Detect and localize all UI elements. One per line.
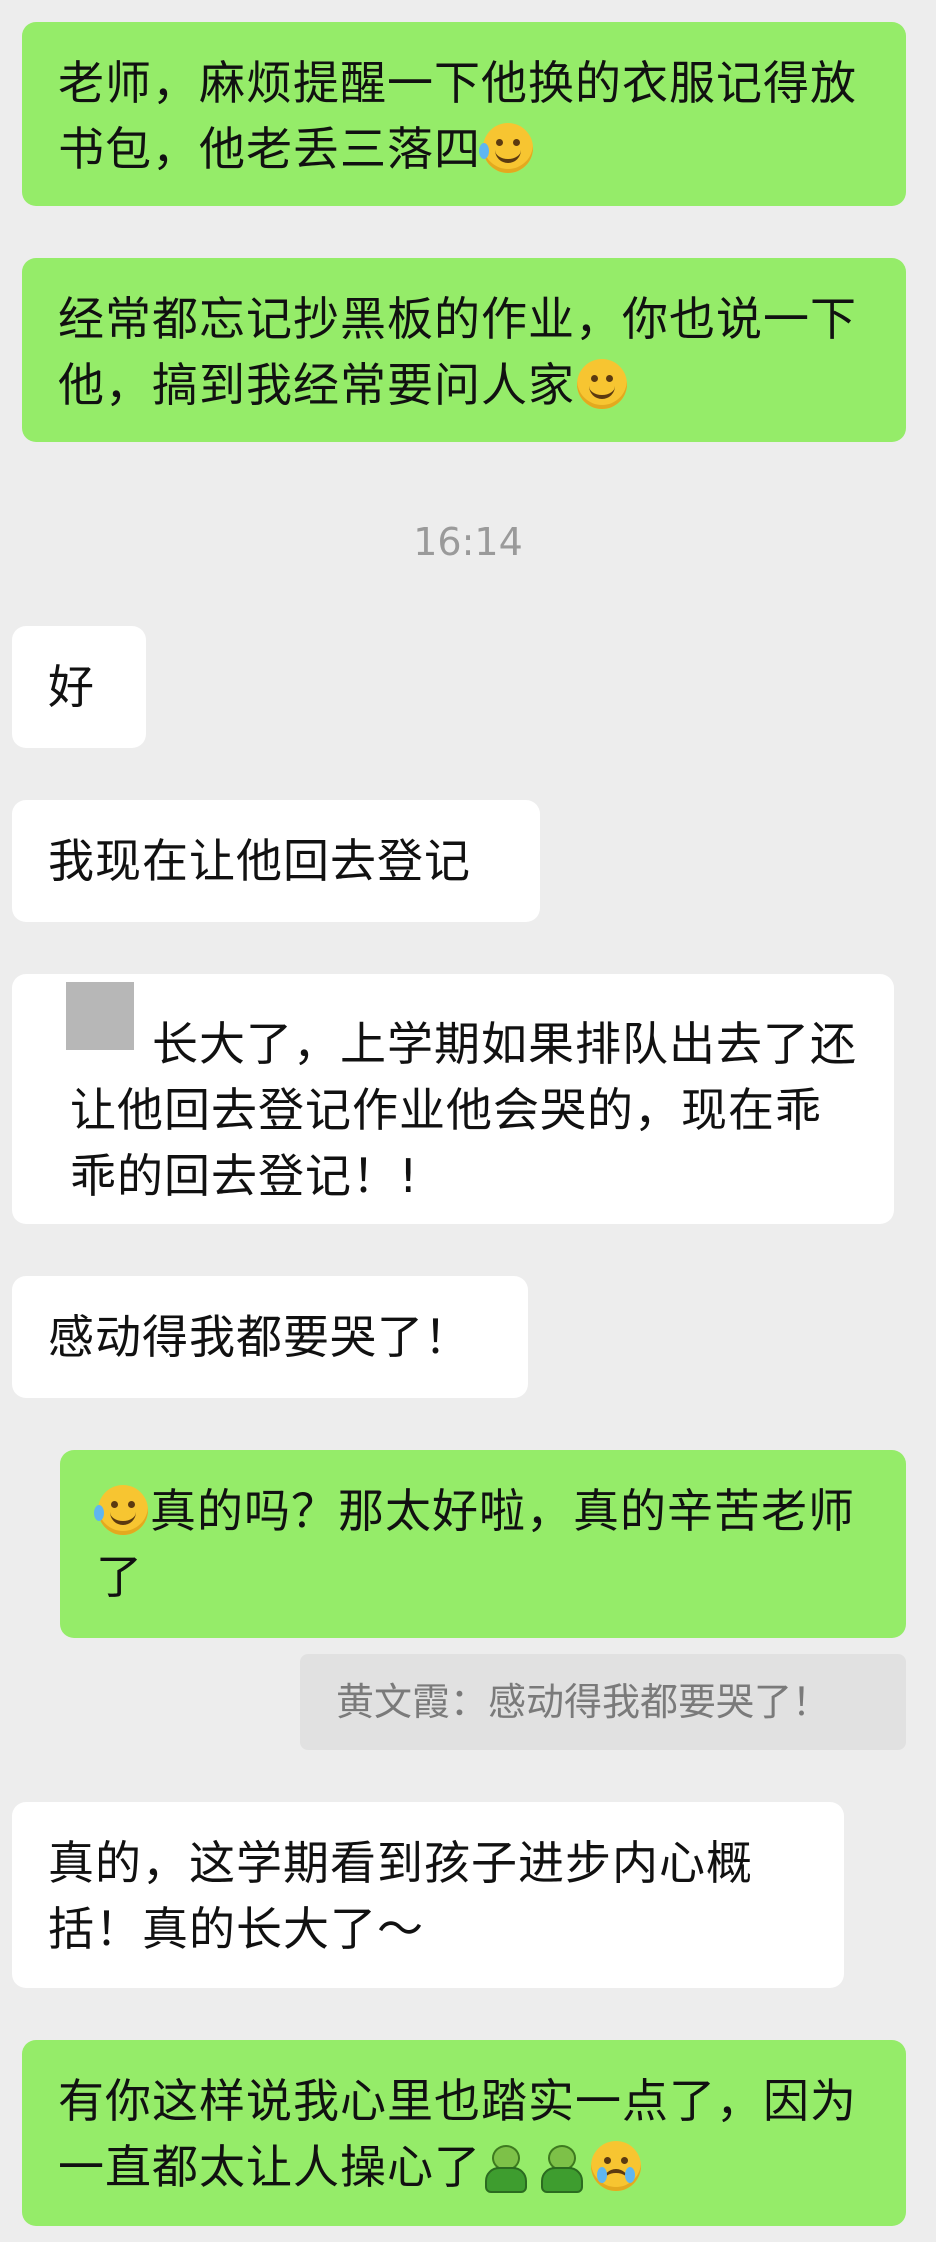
green-figure-emoji-icon [481, 2145, 527, 2193]
message-text: 好 [48, 660, 95, 714]
message-bubble-incoming[interactable]: 我现在让他回去登记 [12, 800, 540, 922]
message-text: 感动得我都要哭了！ [48, 1310, 471, 1364]
crying-laugh-emoji-icon [94, 1485, 148, 1535]
message-bubble-incoming[interactable]: 长大了，上学期如果排队出去了还让他回去登记作业他会哭的，现在乖乖的回去登记！! [12, 974, 894, 1224]
chat-timestamp: 16:14 [413, 520, 523, 564]
quoted-text: 黄文霞：感动得我都要哭了！ [336, 1680, 831, 1724]
message-text: 经常都忘记抄黑板的作业，你也说一下他，搞到我经常要问人家 [58, 292, 857, 412]
smile-emoji-icon [577, 359, 627, 409]
redacted-name-block [66, 982, 134, 1050]
sobbing-emoji-icon [591, 2141, 641, 2191]
quoted-reply[interactable]: 黄文霞：感动得我都要哭了！ [300, 1654, 906, 1750]
message-bubble-outgoing[interactable]: 经常都忘记抄黑板的作业，你也说一下他，搞到我经常要问人家 [22, 258, 906, 442]
message-text: 有你这样说我心里也踏实一点了，因为一直都太让人操心了 [58, 2074, 857, 2194]
message-bubble-outgoing[interactable]: 老师，麻烦提醒一下他换的衣服记得放书包，他老丢三落四 [22, 22, 906, 206]
green-figure-emoji-icon [537, 2145, 583, 2193]
message-bubble-incoming[interactable]: 真的，这学期看到孩子进步内心概括！真的长大了～ [12, 1802, 844, 1988]
message-text: 真的吗？那太好啦，真的辛苦老师了 [96, 1484, 855, 1604]
message-text: 长大了，上学期如果排队出去了还让他回去登记作业他会哭的，现在乖乖的回去登记！! [70, 1017, 857, 1203]
message-text: 老师，麻烦提醒一下他换的衣服记得放书包，他老丢三落四 [58, 56, 857, 176]
message-text: 真的，这学期看到孩子进步内心概括！真的长大了～ [48, 1836, 753, 1956]
message-bubble-outgoing[interactable]: 真的吗？那太好啦，真的辛苦老师了 [60, 1450, 906, 1638]
message-bubble-incoming[interactable]: 好 [12, 626, 146, 748]
message-bubble-incoming[interactable]: 感动得我都要哭了！ [12, 1276, 528, 1398]
message-text: 我现在让他回去登记 [48, 834, 471, 888]
message-bubble-outgoing[interactable]: 有你这样说我心里也踏实一点了，因为一直都太让人操心了 [22, 2040, 906, 2226]
crying-laugh-emoji-icon [479, 123, 533, 173]
